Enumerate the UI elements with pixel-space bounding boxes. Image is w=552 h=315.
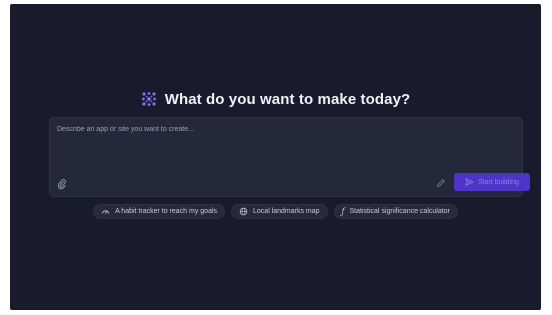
start-building-button[interactable]: Start building	[454, 173, 530, 191]
prompt-composer: Start building	[49, 117, 530, 197]
grid-spark-logo	[141, 92, 156, 106]
suggestion-chip-habit-tracker[interactable]: A habit tracker to reach my goals	[93, 204, 226, 219]
function-icon: ƒ	[341, 207, 345, 216]
suggestion-label: Local landmarks map	[253, 208, 320, 215]
suggestion-label: Statistical significance calculator	[349, 208, 450, 215]
paperclip-icon[interactable]	[57, 178, 67, 190]
page-title: What do you want to make today?	[10, 88, 541, 110]
start-building-label: Start building	[478, 178, 519, 186]
suggestion-chip-significance-calculator[interactable]: ƒ Statistical significance calculator	[333, 204, 458, 219]
suggestion-label: A habit tracker to reach my goals	[115, 208, 218, 215]
suggestion-chip-landmarks-map[interactable]: Local landmarks map	[231, 204, 328, 219]
gauge-icon	[102, 210, 110, 214]
globe-icon	[239, 207, 248, 216]
send-arrow-icon	[465, 178, 474, 186]
suggestion-chips: A habit tracker to reach my goals Local …	[10, 204, 541, 219]
app-window: What do you want to make today? Start bu…	[10, 4, 541, 310]
prompt-input[interactable]	[57, 123, 437, 135]
pencil-icon[interactable]	[436, 178, 446, 188]
headline-text: What do you want to make today?	[164, 90, 411, 108]
